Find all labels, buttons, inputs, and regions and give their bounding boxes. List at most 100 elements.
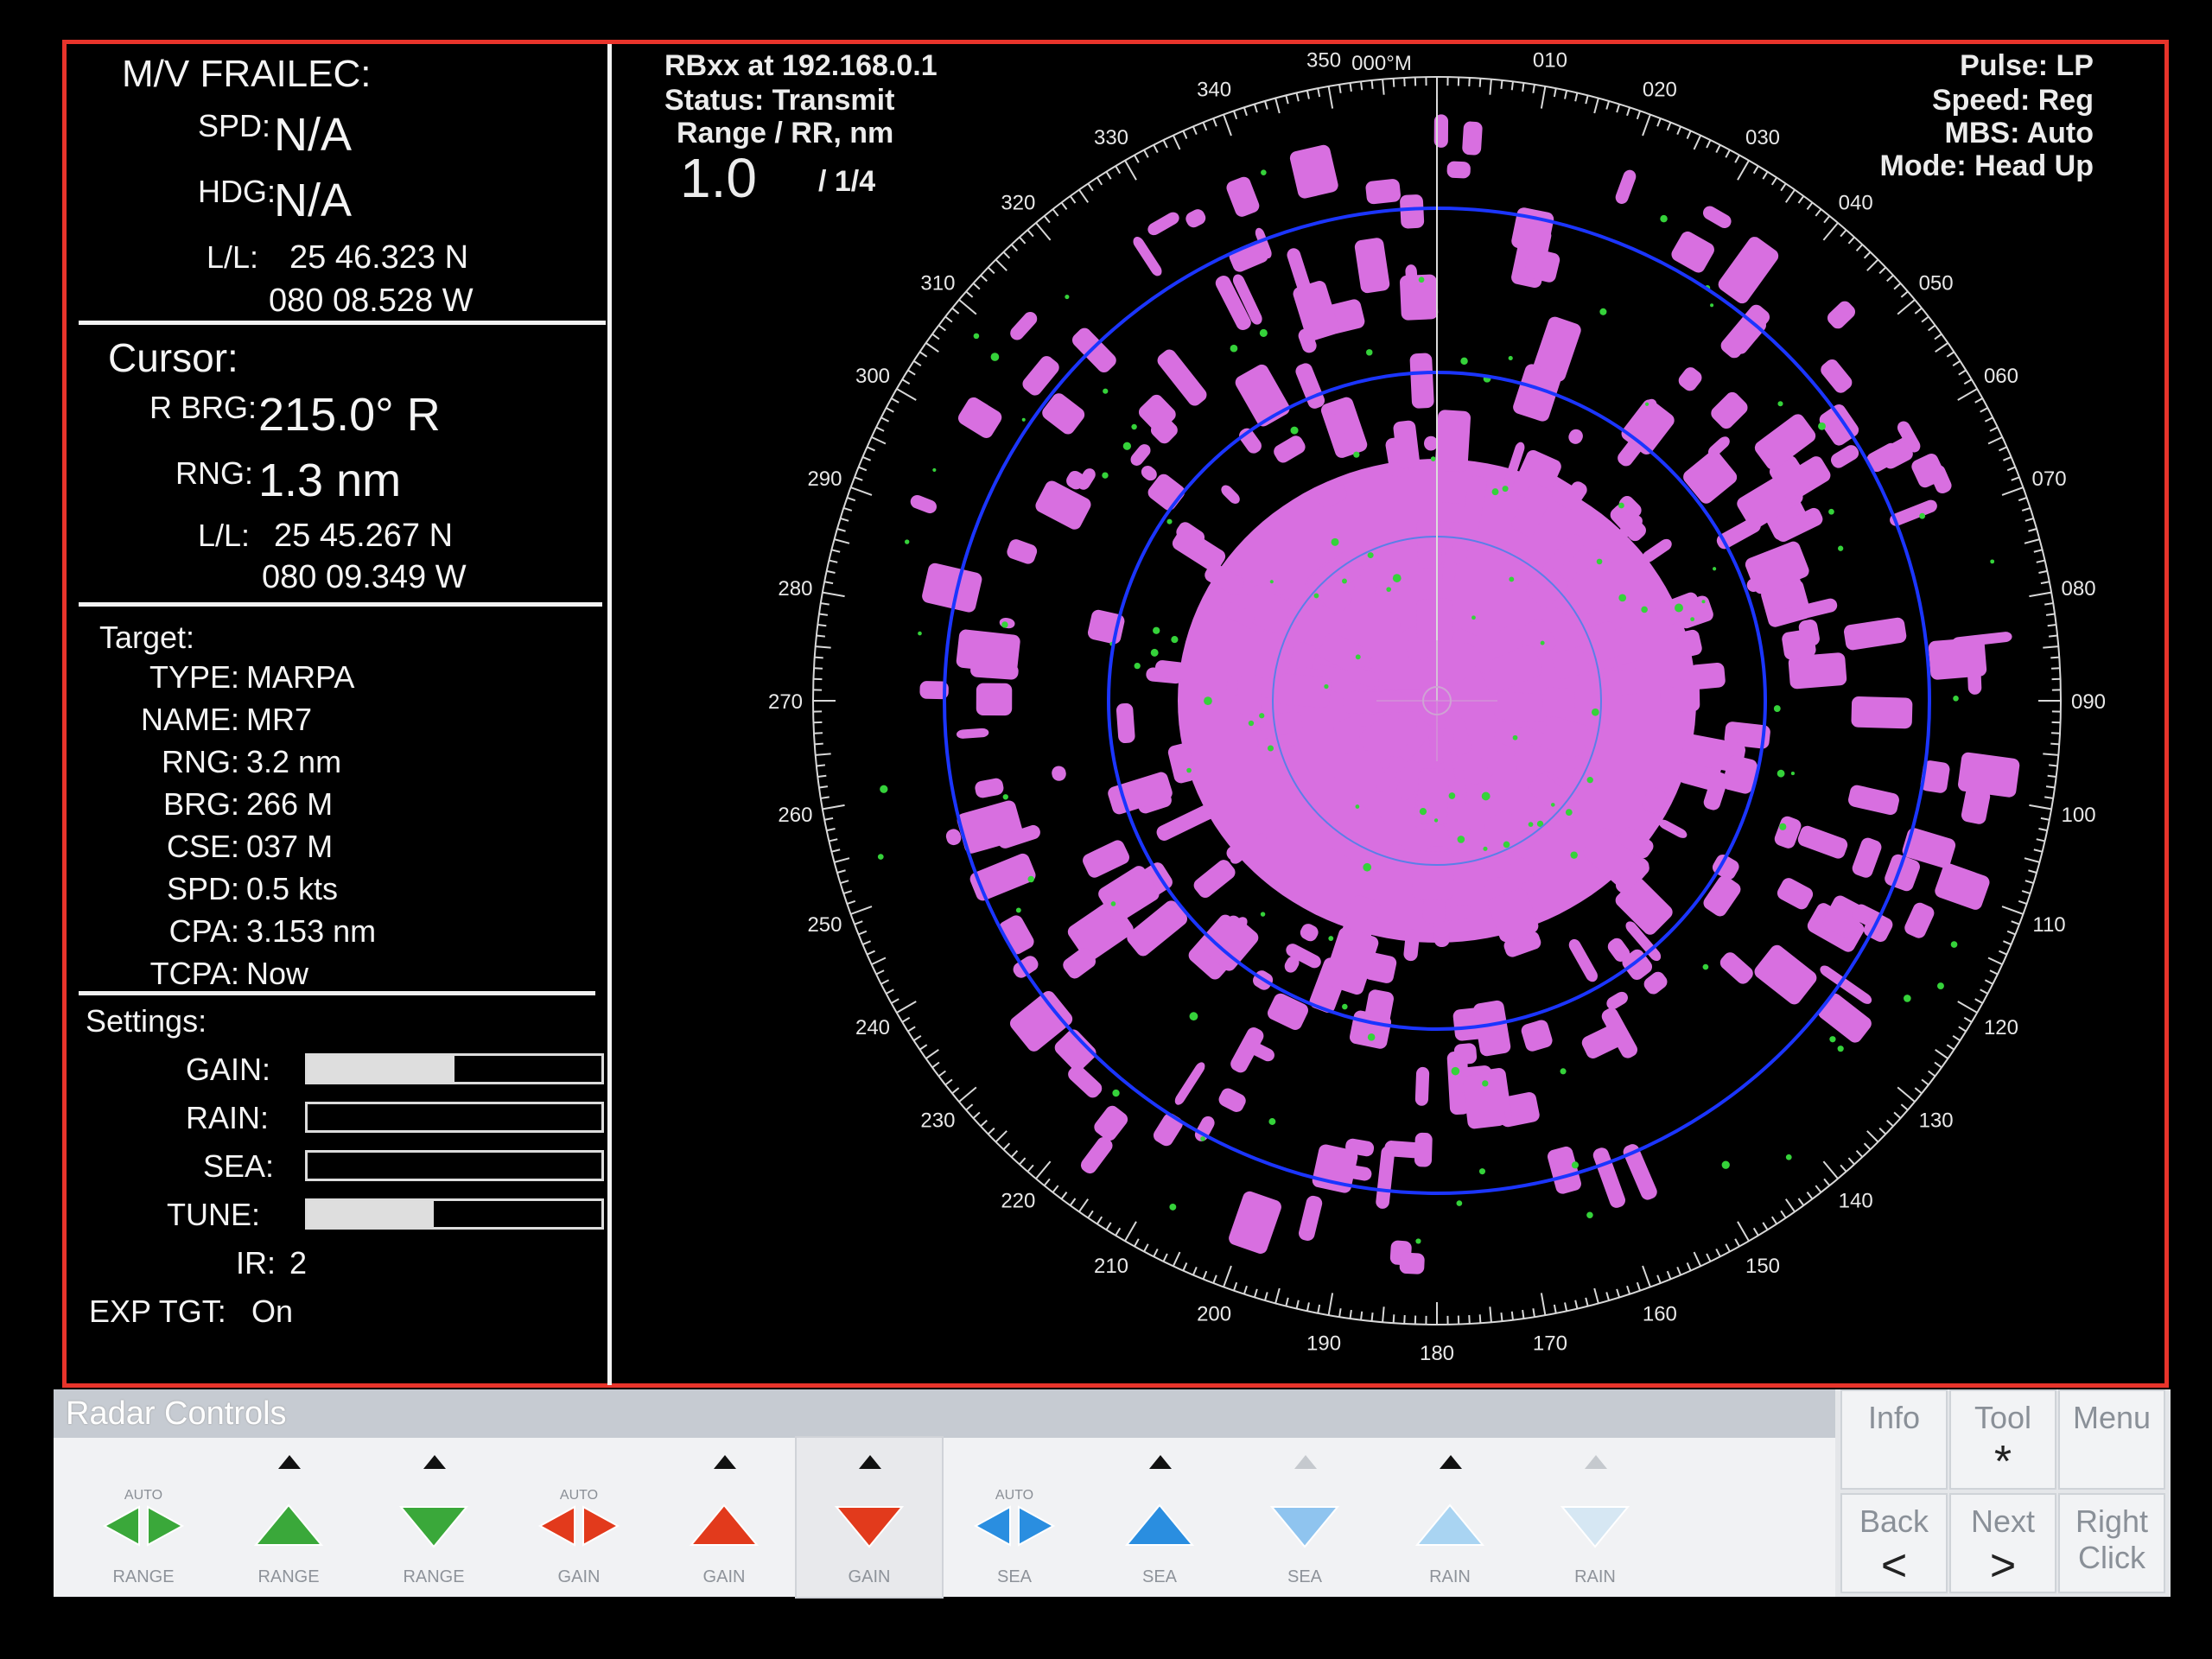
sea-control-8[interactable]: SEA [1087,1438,1232,1597]
control-caption: RAIN [1429,1567,1471,1586]
bearing-tick [862,455,871,461]
range-control-2[interactable]: RANGE [216,1438,361,1597]
gain-bar[interactable] [305,1053,604,1084]
bearing-tick [972,283,981,290]
echo-blob [1592,1147,1625,1208]
bearing-tick [2050,732,2061,734]
bearing-tick [1636,1281,1642,1291]
cursor-rng-label: RNG: [175,455,253,491]
echo-blob [1235,364,1290,427]
target-trail-dot [1990,559,1995,564]
bearing-tick [1642,1265,1651,1287]
target-trail-dot [1785,1154,1792,1160]
vessel-lon: 080 08.528 W [269,283,474,319]
rain-bar[interactable] [305,1102,604,1133]
tool-button[interactable]: Tool * [1949,1389,2056,1490]
bearing-tick [854,476,863,481]
target-field-value: 266 M [246,786,334,822]
rbrg-value: 215.0° R [258,389,441,441]
bearing-tick [862,940,871,946]
echo-blob [1521,1020,1553,1052]
bearing-tick [2003,455,2012,461]
bearing-tick [1987,957,2003,966]
echo-blob [1416,768,1449,825]
bearing-tick [1886,274,1894,283]
bearing-tick [1274,98,1281,114]
bearing-tick [1087,1210,1094,1219]
bearing-tick [2036,838,2045,842]
bearing-label: 340 [1197,78,1231,101]
bearing-tick [1192,1267,1198,1275]
bearing-tick [1847,1157,1855,1166]
gain-control-6[interactable]: GAIN [795,1436,944,1599]
echo-blob [1568,938,1598,982]
echo-blob [1068,1065,1103,1098]
target-trail-dot [1550,803,1555,807]
bearing-tick [1540,86,1547,109]
right-click-button[interactable]: Right Click [2058,1493,2165,1593]
bearing-tick [1134,1238,1140,1247]
bearing-tick [1500,79,1503,90]
echo-blob [1547,1146,1581,1194]
sea-bar[interactable] [305,1150,604,1181]
bearing-tick [1957,388,1978,401]
bearing-tick [816,764,826,767]
sea-control-9[interactable]: SEA [1232,1438,1377,1597]
ir-label: IR: [236,1245,276,1281]
bearing-tick [875,426,885,432]
bearing-label: 210 [1094,1255,1128,1278]
radar-display[interactable]: RBxx at 192.168.0.1 Status: Transmit Ran… [620,44,2166,1385]
vessel-section: M/V FRAILEC: SPD: N/A HDG: N/A L/L: 25 4… [79,44,606,325]
echo-blob [1711,391,1748,429]
info-button[interactable]: Info [1840,1389,1948,1490]
gain-control-5[interactable]: GAIN [652,1438,797,1597]
rain-control-11[interactable]: RAIN [1522,1438,1668,1597]
bearing-tick [1468,77,1471,87]
sea-control-7[interactable]: AUTO SEA [942,1438,1087,1597]
bearing-tick [871,957,887,966]
menu-button[interactable]: Menu [2058,1389,2165,1490]
bearing-tick [1815,1185,1822,1193]
bearing-tick [1725,149,1731,158]
next-button[interactable]: Next > [1949,1493,2056,1593]
double-arrow-icon [537,1505,620,1547]
gain-control-4[interactable]: AUTO GAIN [506,1438,652,1597]
bearing-tick [1642,114,1651,137]
bearing-tick [1052,208,1059,217]
bearing-tick [1253,104,1258,113]
bearing-tick [1957,1001,1978,1014]
back-button[interactable]: Back < [1840,1493,1948,1593]
target-trail-dot [1448,792,1456,799]
bearing-label: 200 [1197,1303,1231,1326]
range-control-1[interactable]: AUTO RANGE [71,1438,216,1597]
bearing-label: 260 [778,804,812,827]
bearing-label: 240 [855,1016,890,1039]
bearing-tick [1734,1238,1740,1247]
rain-control-10[interactable]: RAIN [1377,1438,1522,1597]
range-control-3[interactable]: RANGE [361,1438,506,1597]
target-trail-dot [1102,472,1109,479]
info-button-label: Info [1867,1400,1921,1435]
radar-plot[interactable]: 010 020 030 040 050 060 070 080 090 100 110 120 130 1… [620,44,2166,1385]
bearing-label: 080 [2062,577,2096,601]
echo-blob [1473,1000,1511,1057]
tune-bar-fill [308,1201,435,1227]
bearing-tick [980,1119,988,1128]
tune-bar[interactable] [305,1198,604,1230]
bearing-tick [1232,111,1238,120]
bearing-tick [1564,90,1568,99]
target-trail-dot [1363,862,1372,872]
target-field-label: RNG: [162,744,239,779]
bearing-tick [1958,1026,1967,1033]
bearing-tick [817,624,827,627]
bearing-tick [1999,446,2007,452]
bearing-tick [1069,1198,1077,1206]
bearing-tick [1946,351,1955,358]
bearing-tick [1863,1142,1872,1151]
spd-label: SPD: [198,108,271,143]
bearing-tick [1974,397,1983,404]
hdg-label: HDG: [198,174,276,209]
bearing-tick [2006,466,2016,472]
bearing-tick [1060,201,1068,210]
target-trail-dot [1433,818,1439,823]
